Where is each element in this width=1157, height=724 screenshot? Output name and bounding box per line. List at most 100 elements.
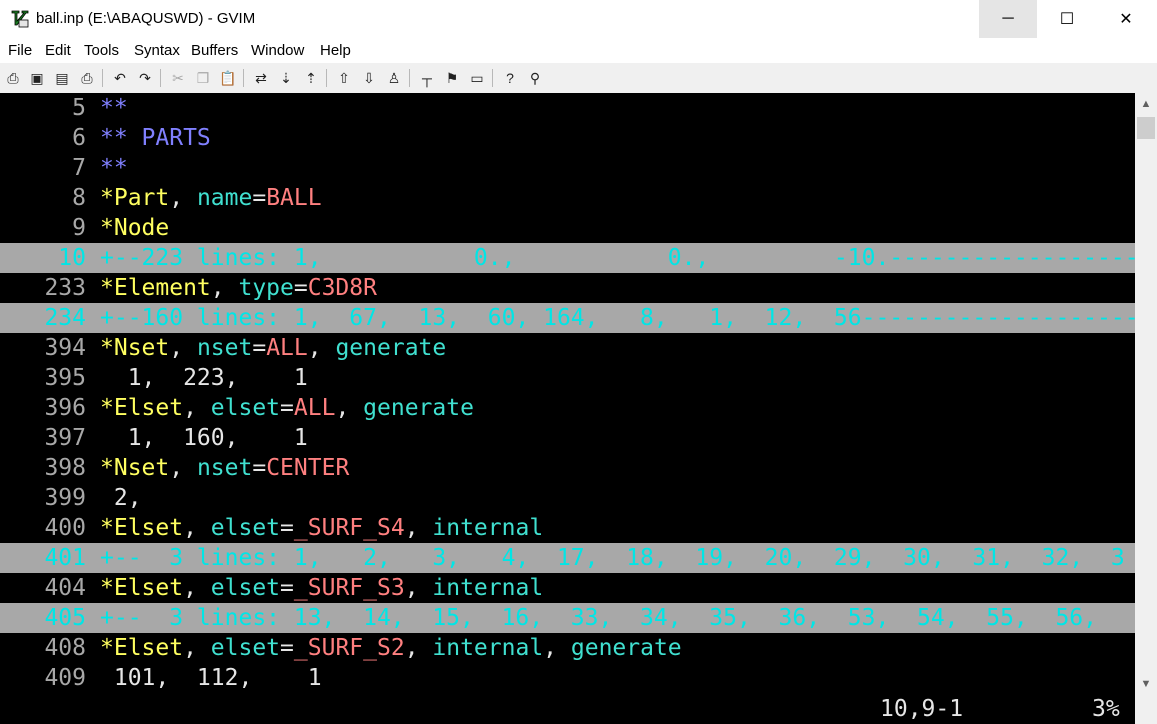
line-text: 1, 223, 1 — [100, 363, 308, 393]
scroll-up-icon[interactable]: ▲ — [1135, 93, 1157, 115]
minimize-button[interactable]: ─ — [979, 0, 1037, 38]
line-number: 6 — [72, 125, 86, 151]
line-text: 1, 160, 1 — [100, 423, 308, 453]
menu-edit[interactable]: Edit — [45, 42, 71, 59]
code-line[interactable]: 9 *Node — [0, 213, 1135, 243]
find-prev-icon[interactable]: ⇡ — [301, 68, 321, 88]
save-session-icon[interactable]: ⇩ — [359, 68, 379, 88]
line-number: 404 — [44, 575, 86, 601]
token-plain: 101, 112, 1 — [100, 665, 322, 691]
code-line[interactable]: 398 *Nset, nset=CENTER — [0, 453, 1135, 483]
token-param: generate — [570, 635, 682, 661]
window-title: ball.inp (E:\ABAQUSWD) - GVIM — [36, 10, 256, 27]
token-kw: *Elset — [100, 395, 184, 421]
menu-file[interactable]: File — [8, 42, 32, 59]
redo-icon[interactable]: ↷ — [135, 68, 155, 88]
token-plain: 2, — [100, 485, 142, 511]
undo-icon[interactable]: ↶ — [110, 68, 130, 88]
run-script-icon[interactable]: ♙ — [384, 68, 404, 88]
folded-line[interactable]: 401 +-- 3 lines: 1, 2, 3, 4, 17, 18, 19, … — [0, 543, 1135, 573]
token-kw: *Elset — [100, 515, 184, 541]
help-icon[interactable]: ? — [500, 68, 520, 88]
find-help-icon[interactable]: ⚲ — [525, 68, 545, 88]
line-number: 234 — [44, 305, 86, 331]
folded-line[interactable]: 10 +--223 lines: 1, 0., 0., -10.---------… — [0, 243, 1135, 273]
token-kw: *Part — [100, 185, 170, 211]
token-plain: 1, 160, 1 — [100, 425, 308, 451]
token-param: elset — [210, 515, 281, 541]
code-line[interactable]: 408 *Elset, elset=_SURF_S2, internal, gen… — [0, 633, 1135, 663]
scroll-thumb[interactable] — [1137, 117, 1155, 139]
find-replace-icon[interactable]: ⇄ — [251, 68, 271, 88]
token-val: C3D8R — [307, 275, 377, 301]
open-icon[interactable]: ⎙ — [3, 68, 23, 88]
close-button[interactable]: ✕ — [1097, 0, 1155, 38]
token-kw: *Nset — [100, 455, 170, 481]
copy-icon[interactable]: ❐ — [193, 68, 213, 88]
token-plain: = — [280, 515, 294, 541]
save-icon[interactable]: ▣ — [27, 68, 47, 88]
line-number: 401 — [44, 545, 86, 571]
token-val: ALL — [266, 335, 308, 361]
code-line[interactable]: 399 2, — [0, 483, 1135, 513]
menu-help[interactable]: Help — [320, 42, 351, 59]
code-line[interactable]: 7 ** — [0, 153, 1135, 183]
line-number: 10 — [58, 245, 86, 271]
code-line[interactable]: 5 ** — [0, 93, 1135, 123]
editor-area[interactable]: 409 101, 112, 1 408 *Elset, elset=_SURF_S2… — [0, 93, 1135, 724]
token-plain: , — [307, 335, 336, 361]
paste-icon[interactable]: 📋 — [218, 68, 238, 88]
token-plain: = — [252, 185, 267, 211]
cut-icon[interactable]: ✂ — [168, 68, 188, 88]
cursor-position-ruler: 10,9-1 — [880, 696, 964, 722]
maximize-button[interactable]: ☐ — [1038, 0, 1096, 38]
toolbar-separator — [326, 69, 327, 87]
find-next-icon[interactable]: ⇣ — [276, 68, 296, 88]
make-icon[interactable]: ┬ — [417, 68, 437, 88]
code-line[interactable]: 397 1, 160, 1 — [0, 423, 1135, 453]
line-number: 397 — [44, 425, 86, 451]
menu-tools[interactable]: Tools — [84, 42, 119, 59]
code-line[interactable]: 395 1, 223, 1 — [0, 363, 1135, 393]
token-foldtxt: +-- 3 lines: 1, 2, 3, 4, 17, 18, 19, 20,… — [100, 545, 1125, 571]
token-plain: , — [183, 575, 211, 601]
toolbar-separator — [102, 69, 103, 87]
menu-window[interactable]: Window — [251, 42, 304, 59]
code-line[interactable]: 409 101, 112, 1 — [0, 663, 1135, 693]
code-line[interactable]: 233 *Element, type=C3D8R — [0, 273, 1135, 303]
menu-syntax[interactable]: Syntax — [134, 42, 180, 59]
token-val: CENTER — [266, 455, 350, 481]
token-param: generate — [363, 395, 474, 421]
vertical-scrollbar[interactable]: ▲ ▼ — [1135, 93, 1157, 724]
line-number: 396 — [44, 395, 86, 421]
code-line[interactable]: 404 *Elset, elset=_SURF_S3, internal — [0, 573, 1135, 603]
save-all-icon[interactable]: ▤ — [52, 68, 72, 88]
code-line[interactable]: 394 *Nset, nset=ALL, generate — [0, 333, 1135, 363]
line-number: 399 — [44, 485, 86, 511]
code-line[interactable]: 396 *Elset, elset=ALL, generate — [0, 393, 1135, 423]
run-ctags-icon[interactable]: ⚑ — [442, 68, 462, 88]
code-line[interactable]: 400 *Elset, elset=_SURF_S4, internal — [0, 513, 1135, 543]
line-text: *Elset, elset=ALL, generate — [100, 393, 474, 423]
scroll-down-icon[interactable]: ▼ — [1135, 673, 1157, 695]
token-val: _SURF_S2 — [293, 635, 405, 661]
code-line[interactable]: 8 *Part, name=BALL — [0, 183, 1135, 213]
folded-line[interactable]: 405 +-- 3 lines: 13, 14, 15, 16, 33, 34, … — [0, 603, 1135, 633]
token-val: _SURF_S4 — [293, 515, 405, 541]
line-text: *Elset, elset=_SURF_S3, internal — [100, 573, 543, 603]
print-icon[interactable]: ⎙ — [77, 68, 97, 88]
menu-buffers[interactable]: Buffers — [191, 42, 238, 59]
load-session-icon[interactable]: ⇧ — [334, 68, 354, 88]
tag-jump-icon[interactable]: ▭ — [467, 68, 487, 88]
toolbar: ⎙ ▣ ▤ ⎙ ↶ ↷ ✂ ❐ 📋 ⇄ ⇣ ⇡ ⇧ ⇩ ♙ ┬ ⚑ ▭ ? ⚲ — [0, 63, 1157, 94]
token-plain: , — [404, 635, 433, 661]
token-param: nset — [196, 335, 253, 361]
code-line[interactable]: 6 ** PARTS — [0, 123, 1135, 153]
line-number: 9 — [72, 215, 86, 241]
line-number: 394 — [44, 335, 86, 361]
line-text: ** — [100, 153, 128, 183]
token-param: internal — [432, 515, 544, 541]
folded-line[interactable]: 234 +--160 lines: 1, 67, 13, 60, 164, 8, … — [0, 303, 1135, 333]
scroll-percent: 3% — [1092, 696, 1120, 722]
line-text: *Elset, elset=_SURF_S2, internal, genera… — [100, 633, 682, 663]
